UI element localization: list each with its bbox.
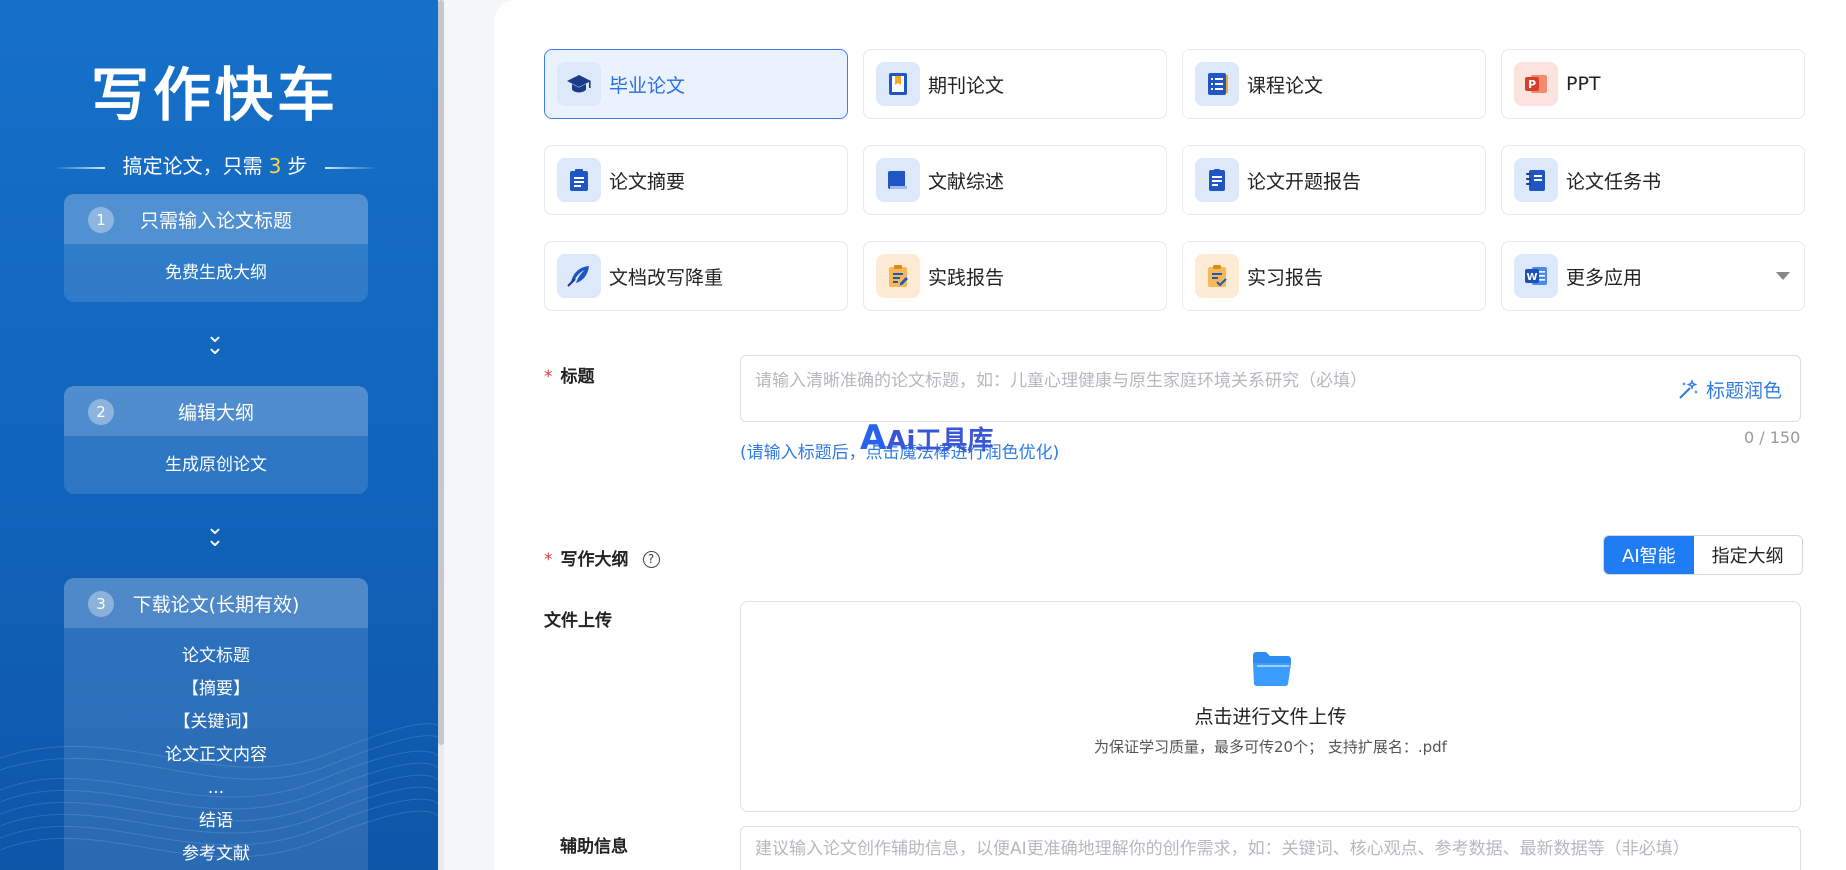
chevron-down-icon: ⌄ ⌄ (205, 323, 225, 360)
brand-logo: 写作快车 (90, 61, 339, 129)
app-label: 期刊论文 (928, 74, 1005, 97)
tagline-line-left (52, 166, 105, 169)
app-label: 文档改写降重 (609, 266, 724, 289)
tagline: 搞定论文，只需 3 步 (0, 150, 430, 179)
clipboard-list-icon (557, 158, 601, 202)
caret-down-icon[interactable] (1776, 272, 1790, 280)
sidebar: 写作快车 搞定论文，只需 3 步 1 只需输入论文标题 免费生成大纲 ⌄ ⌄ 2 编辑… (0, 0, 440, 870)
required-mark: * (544, 367, 553, 387)
app-tile-internship-report[interactable]: 实习报告 (1182, 241, 1486, 311)
step-number-3: 3 (88, 591, 114, 617)
mode-custom-outline-button[interactable]: 指定大纲 (1693, 536, 1802, 574)
svg-text:W: W (1526, 272, 1537, 283)
list-document-icon (1195, 62, 1239, 106)
step-body-3: 论文标题 【摘要】 【关键词】 论文正文内容 ... 结语 参考文献 (64, 628, 368, 870)
app-label: 毕业论文 (609, 74, 686, 97)
title-polish-button[interactable]: 标题润色 (1676, 376, 1782, 403)
scrollbar-thumb[interactable] (438, 0, 444, 745)
step-body-2: 生成原创论文 (64, 436, 368, 482)
step-item: 论文正文内容 (165, 745, 267, 765)
scrollbar[interactable] (438, 0, 444, 870)
title-input[interactable]: 请输入清晰准确的论文标题，如：儿童心理健康与原生家庭环境关系研究（必填） 标题润… (740, 355, 1801, 422)
outline-label: * 写作大纲? (544, 545, 660, 570)
watermark: AAi工具库 (860, 418, 994, 458)
app-label: 更多应用 (1566, 266, 1643, 289)
upload-label: 文件上传 (544, 611, 612, 631)
folder-icon (1253, 652, 1291, 687)
step-header-3: 3 下载论文(长期有效) (64, 578, 368, 628)
feather-pen-icon (557, 254, 601, 298)
outline-mode-toggle: AI智能 指定大纲 (1603, 535, 1803, 575)
app-tile-ppt[interactable]: P PPT (1501, 49, 1805, 119)
report-document-icon (1195, 158, 1239, 202)
title-label: * 标题 (544, 367, 595, 387)
app-tile-graduation-thesis[interactable]: 毕业论文 (544, 49, 848, 119)
app-label: 实践报告 (928, 266, 1005, 289)
step-item: 免费生成大纲 (165, 263, 267, 283)
app-label: 论文开题报告 (1247, 170, 1362, 193)
notebook-icon (1514, 158, 1558, 202)
step-header-1: 1 只需输入论文标题 (64, 194, 368, 244)
upload-title: 点击进行文件上传 (1194, 706, 1347, 728)
app-tile-course-paper[interactable]: 课程论文 (1182, 49, 1486, 119)
app-tile-more-apps[interactable]: W 更多应用 (1501, 241, 1805, 311)
step-item: 论文标题 (182, 646, 250, 666)
upload-subtitle: 为保证学习质量，最多可传20个； 支持扩展名：.pdf (1094, 738, 1447, 756)
required-mark: * (544, 550, 553, 570)
tagline-suffix: 步 (287, 154, 308, 178)
step-header-2: 2 编辑大纲 (64, 386, 368, 436)
step-item: 生成原创论文 (165, 455, 267, 475)
file-upload-area[interactable]: 点击进行文件上传 为保证学习质量，最多可传20个； 支持扩展名：.pdf (740, 601, 1801, 812)
step-item: 参考文献 (182, 844, 250, 864)
magic-wand-icon (1679, 378, 1698, 399)
app-tile-proposal-report[interactable]: 论文开题报告 (1182, 145, 1486, 215)
svg-text:P: P (1528, 78, 1536, 91)
step-card-2: 2 编辑大纲 生成原创论文 (64, 386, 368, 494)
app-label: 课程论文 (1247, 74, 1324, 97)
app-tile-journal-paper[interactable]: 期刊论文 (863, 49, 1167, 119)
step-number-2: 2 (88, 399, 114, 425)
clipboard-edit-icon (876, 254, 920, 298)
step-card-1: 1 只需输入论文标题 免费生成大纲 (64, 194, 368, 302)
app-label: PPT (1566, 73, 1601, 95)
step-card-3: 3 下载论文(长期有效) 论文标题 【摘要】 【关键词】 论文正文内容 ... … (64, 578, 368, 870)
graduation-cap-icon (557, 62, 601, 106)
app-tile-literature-review[interactable]: 文献综述 (863, 145, 1167, 215)
step-item: 结语 (199, 811, 233, 831)
app-tile-rewrite[interactable]: 文档改写降重 (544, 241, 848, 311)
app-label: 论文任务书 (1566, 170, 1662, 193)
app-label: 文献综述 (928, 170, 1005, 193)
book-icon (876, 158, 920, 202)
step-title-3: 下载论文(长期有效) (132, 593, 300, 616)
tagline-number: 3 (268, 154, 282, 178)
step-title-2: 编辑大纲 (177, 401, 254, 424)
app-label: 实习报告 (1247, 266, 1324, 289)
app-tile-task-book[interactable]: 论文任务书 (1501, 145, 1805, 215)
mode-ai-button[interactable]: AI智能 (1604, 536, 1694, 574)
tagline-prefix: 搞定论文，只需 (122, 154, 263, 178)
help-icon[interactable]: ? (642, 551, 660, 568)
chevron-down-icon: ⌄ ⌄ (205, 515, 225, 552)
step-item: ... (207, 778, 225, 798)
powerpoint-icon: P (1514, 62, 1558, 106)
app-tile-abstract[interactable]: 论文摘要 (544, 145, 848, 215)
step-item: 【关键词】 (173, 712, 259, 732)
aux-info-input[interactable]: 建议输入论文创作辅助信息，以便AI更准确地理解你的创作需求，如：关键词、核心观点… (740, 826, 1801, 870)
step-title-1: 只需输入论文标题 (139, 209, 292, 232)
aux-info-placeholder: 建议输入论文创作辅助信息，以便AI更准确地理解你的创作需求，如：关键词、核心观点… (755, 839, 1690, 859)
tagline-line-right (325, 166, 378, 169)
step-item: 【摘要】 (182, 679, 250, 699)
title-char-counter: 0 / 150 (1744, 428, 1801, 447)
app-grid: 毕业论文 期刊论文 课程论文 P PPT 论文摘要 文献综述 论文开题报告 论文… (544, 49, 1805, 311)
step-body-1: 免费生成大纲 (64, 244, 368, 290)
word-icon: W (1514, 254, 1558, 298)
app-tile-practice-report[interactable]: 实践报告 (863, 241, 1167, 311)
main-panel: 毕业论文 期刊论文 课程论文 P PPT 论文摘要 文献综述 论文开题报告 论文… (494, 0, 1846, 870)
clipboard-check-icon (1195, 254, 1239, 298)
title-placeholder: 请输入清晰准确的论文标题，如：儿童心理健康与原生家庭环境关系研究（必填） (755, 371, 1367, 391)
step-number-1: 1 (88, 207, 114, 233)
app-label: 论文摘要 (609, 170, 686, 193)
aux-info-label: 辅助信息 (560, 837, 628, 857)
journal-bookmark-icon (876, 62, 920, 106)
